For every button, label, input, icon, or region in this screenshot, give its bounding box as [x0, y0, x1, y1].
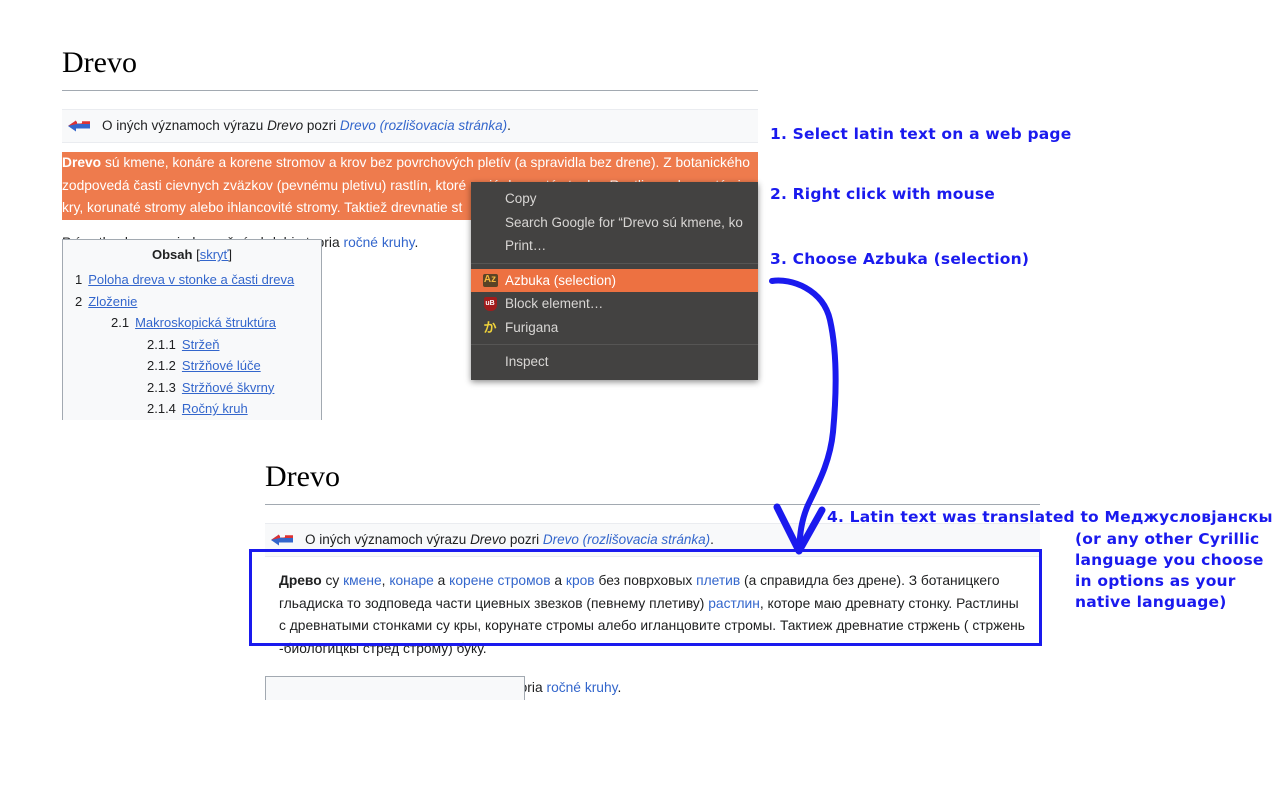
context-menu-item-label: Block element… — [505, 296, 604, 311]
toc-row-link[interactable]: Poloha dreva v stonke a časti dreva — [88, 269, 294, 291]
hatnote-term: Drevo — [267, 118, 304, 133]
hatnote-prefix: O iných významoch výrazu — [305, 532, 471, 547]
context-menu-item[interactable]: Search Google for “Drevo sú kmene, ko — [471, 211, 758, 235]
toc-row-number: 1 — [75, 272, 83, 287]
annotation-step-1: 1. Select latin text on a web page — [770, 125, 1072, 143]
page-title-top: Drevo — [62, 46, 137, 79]
toc-row-number: 2.1.4 — [147, 401, 176, 416]
annotation-step-3: 3. Choose Azbuka (selection) — [770, 250, 1030, 268]
hatnote-suffix: . — [507, 118, 511, 133]
hatnote-middle: pozri — [506, 532, 543, 547]
toc-row[interactable]: 1 Poloha dreva v stonke a časti dreva — [75, 269, 309, 291]
context-menu-separator — [471, 262, 758, 264]
ublock-shield-icon: uB — [481, 296, 499, 312]
rocne-kruhy-link-bottom[interactable]: ročné kruhy — [546, 680, 617, 695]
context-menu-item[interactable]: Print… — [471, 234, 758, 258]
toc-clip-top: Obsah [skryť] 1 Poloha dreva v stonke a č… — [62, 239, 322, 420]
context-menu-item[interactable]: uB Block element… — [471, 292, 758, 316]
hatnote-suffix: . — [710, 532, 714, 547]
toc-toggle-link[interactable]: skryť — [200, 247, 229, 262]
context-menu[interactable]: Copy Search Google for “Drevo sú kmene, k… — [471, 182, 758, 380]
hatnote-arrow-icon — [68, 120, 90, 132]
bottom-second-paragraph-after: . — [617, 680, 622, 696]
annotation-step-2: 2. Right click with mouse — [770, 185, 996, 203]
page-title-bottom: Drevo — [265, 460, 340, 493]
azbuka-icon: Аz — [482, 273, 498, 287]
toc-row[interactable]: 2.1.4 Ročný kruh — [75, 398, 309, 420]
furigana-icon: か — [483, 319, 497, 335]
toc-toggle-close: ] — [228, 247, 233, 262]
hatnote-text-top: O iných významoch výrazu Drevo pozri Dre… — [102, 116, 511, 136]
selection-lead-word: Drevo — [62, 155, 102, 171]
rocne-kruhy-link-top[interactable]: ročné kruhy — [343, 235, 414, 250]
toc-row-number: 2.1.1 — [147, 336, 176, 352]
context-menu-item[interactable]: Inspect — [471, 350, 758, 374]
toc-row-list: 1 Poloha dreva v stonke a časti dreva 2 Zlo… — [75, 269, 309, 420]
context-menu-item[interactable]: Аz Azbuka (selection) — [471, 268, 758, 292]
context-menu-item-label: Azbuka (selection) — [505, 272, 617, 288]
toc-row-number: 2.1.2 — [147, 358, 176, 373]
context-menu-item-label: Copy — [505, 191, 537, 206]
toc-toggle[interactable]: [skryť] — [196, 247, 232, 262]
hatnote-prefix: O iných významoch výrazu — [102, 118, 268, 133]
toc-row[interactable]: 2.1.3 Stržňové škvrny — [75, 377, 309, 399]
title-divider-top — [62, 90, 758, 91]
context-menu-item[interactable]: Copy — [471, 187, 758, 211]
toc-row-link[interactable]: Stržňové škvrny — [182, 377, 274, 399]
translated-paragraph-outline — [249, 549, 1042, 646]
toc-row-link[interactable]: Stržňové lúče — [182, 355, 261, 377]
hatnote-text-bottom: O iných významoch výrazu Drevo pozri Dre… — [305, 530, 714, 550]
top-second-paragraph-after: . — [414, 234, 419, 250]
context-menu-item-label: Inspect — [505, 354, 549, 369]
context-menu-item-list: Copy Search Google for “Drevo sú kmene, k… — [471, 187, 758, 374]
annotation-step-4-rest: (or any other Cyrillic language you choo… — [1075, 530, 1264, 611]
context-menu-item-label: Furigana — [505, 319, 559, 335]
context-menu-item[interactable]: か Furigana — [471, 316, 758, 340]
toc-heading-top: Obsah [skryť] — [75, 247, 309, 262]
hatnote-term: Drevo — [470, 532, 507, 547]
toc-row[interactable]: 2.1.1 Stržeň — [75, 334, 309, 356]
toc-row-number: 2.1 — [111, 315, 130, 330]
toc-row-number: 2 — [75, 293, 83, 309]
toc-row-link[interactable]: Makroskopická štruktúra — [135, 312, 276, 334]
toc-box-top: Obsah [skryť] 1 Poloha dreva v stonke a č… — [62, 239, 322, 420]
toc-row-link[interactable]: Zloženie — [88, 291, 137, 313]
hatnote-link-bottom[interactable]: Drevo (rozlišovacia stránka) — [543, 532, 710, 547]
toc-row[interactable]: 2.1.2 Stržňové lúče — [75, 355, 309, 377]
toc-box-bottom-partial — [265, 676, 525, 700]
context-menu-item-label: Print… — [505, 238, 547, 253]
hatnote-middle: pozri — [303, 118, 340, 133]
title-divider-bottom — [265, 504, 1040, 505]
toc-heading-label: Obsah — [151, 247, 193, 262]
context-menu-separator — [471, 344, 758, 345]
toc-row-number: 2.1.3 — [147, 379, 176, 395]
toc-row[interactable]: 2 Zloženie — [75, 291, 309, 313]
context-menu-item-label: Search Google for “Drevo sú kmene, ko — [505, 214, 743, 230]
toc-row-link[interactable]: Stržeň — [182, 334, 220, 356]
hatnote-arrow-icon — [271, 534, 293, 546]
toc-row-link[interactable]: Ročný kruh — [182, 398, 248, 420]
annotation-step-4-line1: 4. Latin text was translated to Меджусло… — [827, 508, 1273, 526]
toc-row[interactable]: 2.1 Makroskopická štruktúra — [75, 312, 309, 334]
hatnote-link-top[interactable]: Drevo (rozlišovacia stránka) — [340, 118, 507, 133]
hatnote-top: O iných významoch výrazu Drevo pozri Dre… — [62, 109, 758, 144]
